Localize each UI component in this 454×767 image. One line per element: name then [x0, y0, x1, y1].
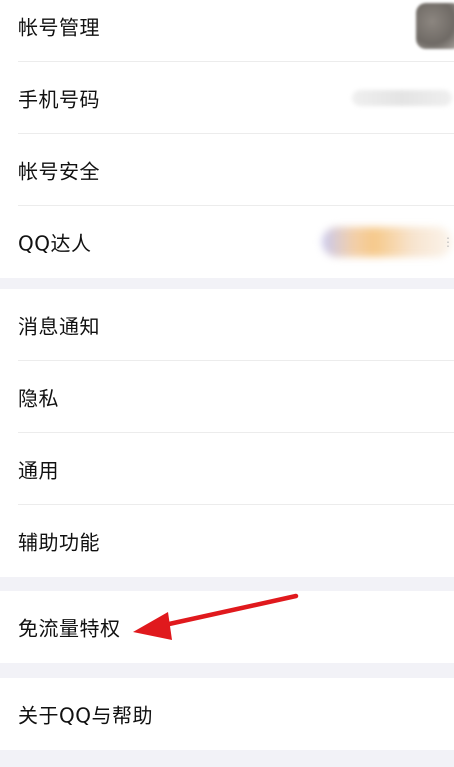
general-settings-group: 消息通知 隐私 通用 辅助功能: [0, 289, 454, 577]
settings-row-accessibility[interactable]: 辅助功能: [0, 505, 454, 577]
about-group: 关于QQ与帮助: [0, 678, 454, 750]
settings-row-account-management[interactable]: 帐号管理: [0, 0, 454, 62]
settings-row-notifications[interactable]: 消息通知: [0, 289, 454, 361]
settings-row-free-data-privilege[interactable]: 免流量特权: [0, 591, 454, 663]
free-data-privilege-label: 免流量特权: [18, 616, 121, 641]
more-indicator-icon: ⋮: [442, 235, 454, 249]
account-management-label: 帐号管理: [18, 15, 100, 40]
privacy-label: 隐私: [18, 386, 59, 411]
qq-daren-badge-redacted: [322, 227, 452, 257]
account-security-label: 帐号安全: [18, 159, 100, 184]
avatar: [416, 3, 454, 49]
settings-row-qq-daren[interactable]: QQ达人 ⋮: [0, 206, 454, 278]
settings-row-privacy[interactable]: 隐私: [0, 361, 454, 433]
data-free-group: 免流量特权: [0, 591, 454, 663]
phone-number-value-redacted: [352, 90, 452, 106]
settings-row-account-security[interactable]: 帐号安全: [0, 134, 454, 206]
settings-row-general[interactable]: 通用: [0, 433, 454, 505]
account-settings-group: 帐号管理 手机号码 帐号安全 QQ达人 ⋮: [0, 0, 454, 278]
settings-row-phone-number[interactable]: 手机号码: [0, 62, 454, 134]
general-label: 通用: [18, 458, 59, 483]
qq-daren-label: QQ达人: [18, 231, 92, 256]
settings-row-about-help[interactable]: 关于QQ与帮助: [0, 678, 454, 750]
accessibility-label: 辅助功能: [18, 530, 100, 555]
phone-number-label: 手机号码: [18, 87, 100, 112]
about-help-label: 关于QQ与帮助: [18, 703, 153, 728]
notifications-label: 消息通知: [18, 314, 100, 339]
